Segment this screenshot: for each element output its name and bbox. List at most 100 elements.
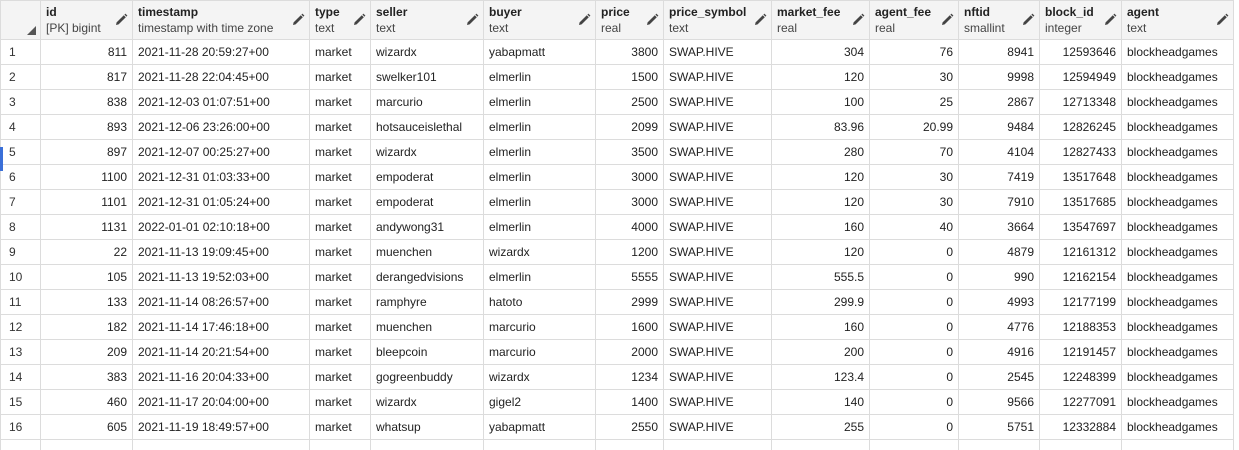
cell-price[interactable]: 1600 (595, 314, 664, 340)
cell-nftid[interactable]: 4916 (958, 339, 1040, 365)
cell-price-symbol[interactable]: SWAP.HIVE (663, 264, 772, 290)
cell-block-id[interactable]: 12177199 (1039, 289, 1122, 315)
cell-type[interactable]: market (309, 264, 371, 290)
cell-id[interactable]: 1100 (40, 164, 133, 190)
cell-timestamp[interactable]: 2021-11-28 22:04:45+00 (132, 64, 310, 90)
cell-price-symbol[interactable]: SWAP.HIVE (663, 64, 772, 90)
row-number[interactable]: 3 (0, 89, 41, 115)
cell-type[interactable]: market (309, 364, 371, 390)
cell-price[interactable]: 2550 (595, 414, 664, 440)
table-row[interactable]: 11 133 2021-11-14 08:26:57+00 market ramphyr… (0, 289, 1234, 315)
cell-type[interactable]: market (309, 314, 371, 340)
cell-market-fee[interactable]: 120 (771, 164, 870, 190)
cell-type[interactable]: market (309, 189, 371, 215)
cell-id[interactable]: 897 (40, 139, 133, 165)
cell-agent[interactable]: blockheadgames (1121, 314, 1234, 340)
cell-nftid[interactable] (958, 439, 1040, 450)
cell-timestamp[interactable]: 2022-01-01 02:10:18+00 (132, 214, 310, 240)
cell-seller[interactable]: marcurio (370, 89, 484, 115)
cell-nftid[interactable]: 3664 (958, 214, 1040, 240)
column-header-agent[interactable]: agent text (1121, 0, 1234, 40)
cell-type[interactable]: market (309, 214, 371, 240)
column-header-timestamp[interactable]: timestamp timestamp with time zone (132, 0, 310, 40)
cell-buyer[interactable]: elmerlin (483, 164, 596, 190)
cell-block-id[interactable]: 12162154 (1039, 264, 1122, 290)
select-all-corner[interactable] (0, 0, 41, 40)
cell-price[interactable]: 1200 (595, 239, 664, 265)
cell-price-symbol[interactable]: SWAP.HIVE (663, 289, 772, 315)
cell-market-fee[interactable]: 123.4 (771, 364, 870, 390)
cell-nftid[interactable]: 990 (958, 264, 1040, 290)
cell-agent-fee[interactable]: 0 (869, 314, 959, 340)
row-number[interactable]: 16 (0, 414, 41, 440)
cell-nftid[interactable]: 8941 (958, 39, 1040, 65)
cell-block-id[interactable]: 13517685 (1039, 189, 1122, 215)
cell-block-id[interactable]: 12332884 (1039, 414, 1122, 440)
column-header-price-symbol[interactable]: price_symbol text (663, 0, 772, 40)
cell-type[interactable]: market (309, 414, 371, 440)
cell-timestamp[interactable]: 2021-12-31 01:05:24+00 (132, 189, 310, 215)
cell-buyer[interactable]: gigel2 (483, 389, 596, 415)
cell-seller[interactable]: wizardx (370, 39, 484, 65)
cell-type[interactable]: market (309, 289, 371, 315)
cell-market-fee[interactable]: 200 (771, 339, 870, 365)
edit-pencil-icon[interactable] (850, 12, 866, 28)
table-row[interactable]: 2 817 2021-11-28 22:04:45+00 market swelker1… (0, 64, 1234, 90)
row-number[interactable]: 12 (0, 314, 41, 340)
edit-pencil-icon[interactable] (1020, 12, 1036, 28)
cell-agent-fee[interactable]: 30 (869, 164, 959, 190)
cell-agent[interactable]: blockheadgames (1121, 164, 1234, 190)
cell-nftid[interactable]: 4993 (958, 289, 1040, 315)
cell-id[interactable]: 460 (40, 389, 133, 415)
table-row[interactable]: 6 1100 2021-12-31 01:03:33+00 market empoder… (0, 164, 1234, 190)
cell-price[interactable]: 5555 (595, 264, 664, 290)
cell-price[interactable]: 3500 (595, 139, 664, 165)
column-header-seller[interactable]: seller text (370, 0, 484, 40)
cell-seller[interactable] (370, 439, 484, 450)
cell-price-symbol[interactable]: SWAP.HIVE (663, 189, 772, 215)
cell-id[interactable]: 893 (40, 114, 133, 140)
cell-block-id[interactable]: 12594949 (1039, 64, 1122, 90)
cell-timestamp[interactable]: 2021-11-16 20:04:33+00 (132, 364, 310, 390)
edit-pencil-icon[interactable] (290, 12, 306, 28)
cell-agent-fee[interactable]: 0 (869, 289, 959, 315)
edit-pencil-icon[interactable] (752, 12, 768, 28)
cell-market-fee[interactable]: 83.96 (771, 114, 870, 140)
cell-buyer[interactable]: elmerlin (483, 64, 596, 90)
table-row[interactable]: 13 209 2021-11-14 20:21:54+00 market bleepco… (0, 339, 1234, 365)
cell-buyer[interactable]: marcurio (483, 314, 596, 340)
cell-agent-fee[interactable]: 0 (869, 339, 959, 365)
cell-block-id[interactable] (1039, 439, 1122, 450)
cell-agent[interactable]: blockheadgames (1121, 114, 1234, 140)
cell-timestamp[interactable]: 2021-11-13 19:52:03+00 (132, 264, 310, 290)
cell-nftid[interactable]: 9998 (958, 64, 1040, 90)
cell-buyer[interactable] (483, 439, 596, 450)
cell-seller[interactable]: empoderat (370, 189, 484, 215)
cell-price[interactable] (595, 439, 664, 450)
cell-type[interactable]: market (309, 89, 371, 115)
row-number[interactable]: 8 (0, 214, 41, 240)
cell-block-id[interactable]: 12827433 (1039, 139, 1122, 165)
cell-price-symbol[interactable]: SWAP.HIVE (663, 139, 772, 165)
cell-seller[interactable]: bleepcoin (370, 339, 484, 365)
cell-buyer[interactable]: elmerlin (483, 189, 596, 215)
cell-nftid[interactable]: 5751 (958, 414, 1040, 440)
row-number[interactable]: 5 (0, 139, 41, 165)
column-header-buyer[interactable]: buyer text (483, 0, 596, 40)
cell-buyer[interactable]: wizardx (483, 239, 596, 265)
cell-type[interactable] (309, 439, 371, 450)
cell-market-fee[interactable]: 120 (771, 189, 870, 215)
cell-nftid[interactable]: 4776 (958, 314, 1040, 340)
cell-timestamp[interactable]: 2021-12-31 01:03:33+00 (132, 164, 310, 190)
table-row[interactable]: 12 182 2021-11-14 17:46:18+00 market muenche… (0, 314, 1234, 340)
cell-type[interactable]: market (309, 39, 371, 65)
edit-pencil-icon[interactable] (464, 12, 480, 28)
cell-price[interactable]: 3000 (595, 189, 664, 215)
cell-agent[interactable]: blockheadgames (1121, 189, 1234, 215)
cell-market-fee[interactable]: 555.5 (771, 264, 870, 290)
cell-agent[interactable]: blockheadgames (1121, 414, 1234, 440)
column-header-type[interactable]: type text (309, 0, 371, 40)
cell-agent-fee[interactable]: 0 (869, 364, 959, 390)
cell-seller[interactable]: whatsup (370, 414, 484, 440)
cell-agent-fee[interactable]: 70 (869, 139, 959, 165)
